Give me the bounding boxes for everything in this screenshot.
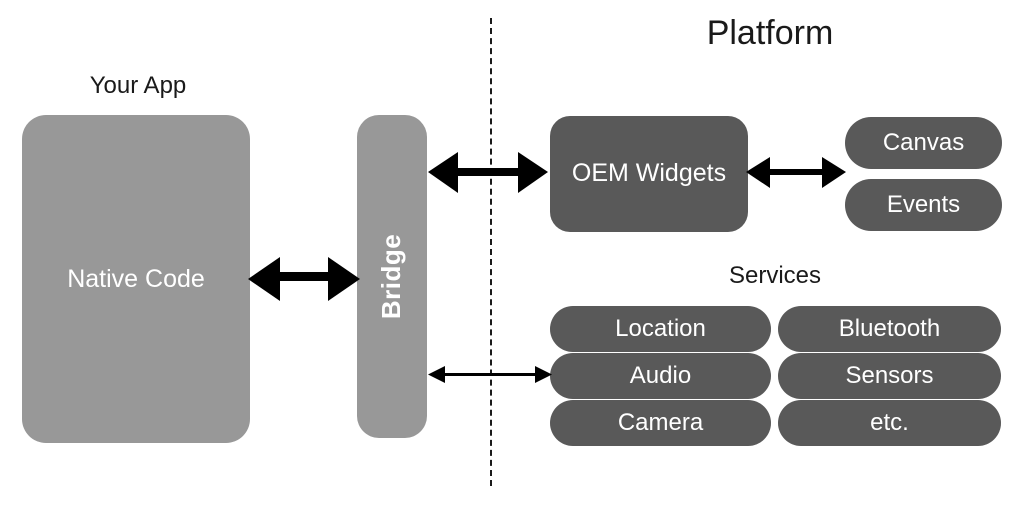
service-pill-camera-label: Camera: [617, 409, 704, 436]
bridge-label: Bridge: [376, 233, 407, 320]
diagram-canvas: Platform Your App Services Native Code B…: [0, 0, 1024, 508]
service-pill-camera: Camera: [550, 400, 771, 446]
widget-pill-canvas-label: Canvas: [882, 129, 965, 156]
service-pill-sensors: Sensors: [778, 353, 1001, 399]
service-pill-etc: etc.: [778, 400, 1001, 446]
service-pill-audio: Audio: [550, 353, 771, 399]
native-code-block: Native Code: [22, 115, 250, 443]
services-title: Services: [728, 262, 822, 289]
oem-widgets-label: OEM Widgets: [571, 159, 727, 187]
service-pill-audio-label: Audio: [629, 362, 692, 389]
bridge-block: Bridge: [357, 115, 427, 438]
oem-widgets-block: OEM Widgets: [550, 116, 748, 232]
service-pill-bluetooth-label: Bluetooth: [838, 315, 941, 342]
oem-widgets-to-canvas-events-arrow-icon: [746, 157, 846, 188]
native-code-to-bridge-arrow-icon: [248, 257, 360, 301]
widget-pill-events-label: Events: [886, 191, 961, 218]
your-app-title: Your App: [89, 72, 187, 99]
service-pill-etc-label: etc.: [870, 409, 909, 436]
bridge-to-services-arrow-icon: [428, 366, 552, 383]
service-pill-location: Location: [550, 306, 771, 352]
widget-pill-events: Events: [845, 179, 1002, 231]
platform-title: Platform: [706, 14, 834, 52]
service-pill-bluetooth: Bluetooth: [778, 306, 1001, 352]
service-pill-location-label: Location: [615, 315, 706, 342]
service-pill-sensors-label: Sensors: [845, 362, 934, 389]
bridge-to-oem-widgets-arrow-icon: [428, 152, 548, 193]
native-code-label: Native Code: [67, 265, 205, 293]
widget-pill-canvas: Canvas: [845, 117, 1002, 169]
platform-boundary-divider: [490, 18, 492, 486]
